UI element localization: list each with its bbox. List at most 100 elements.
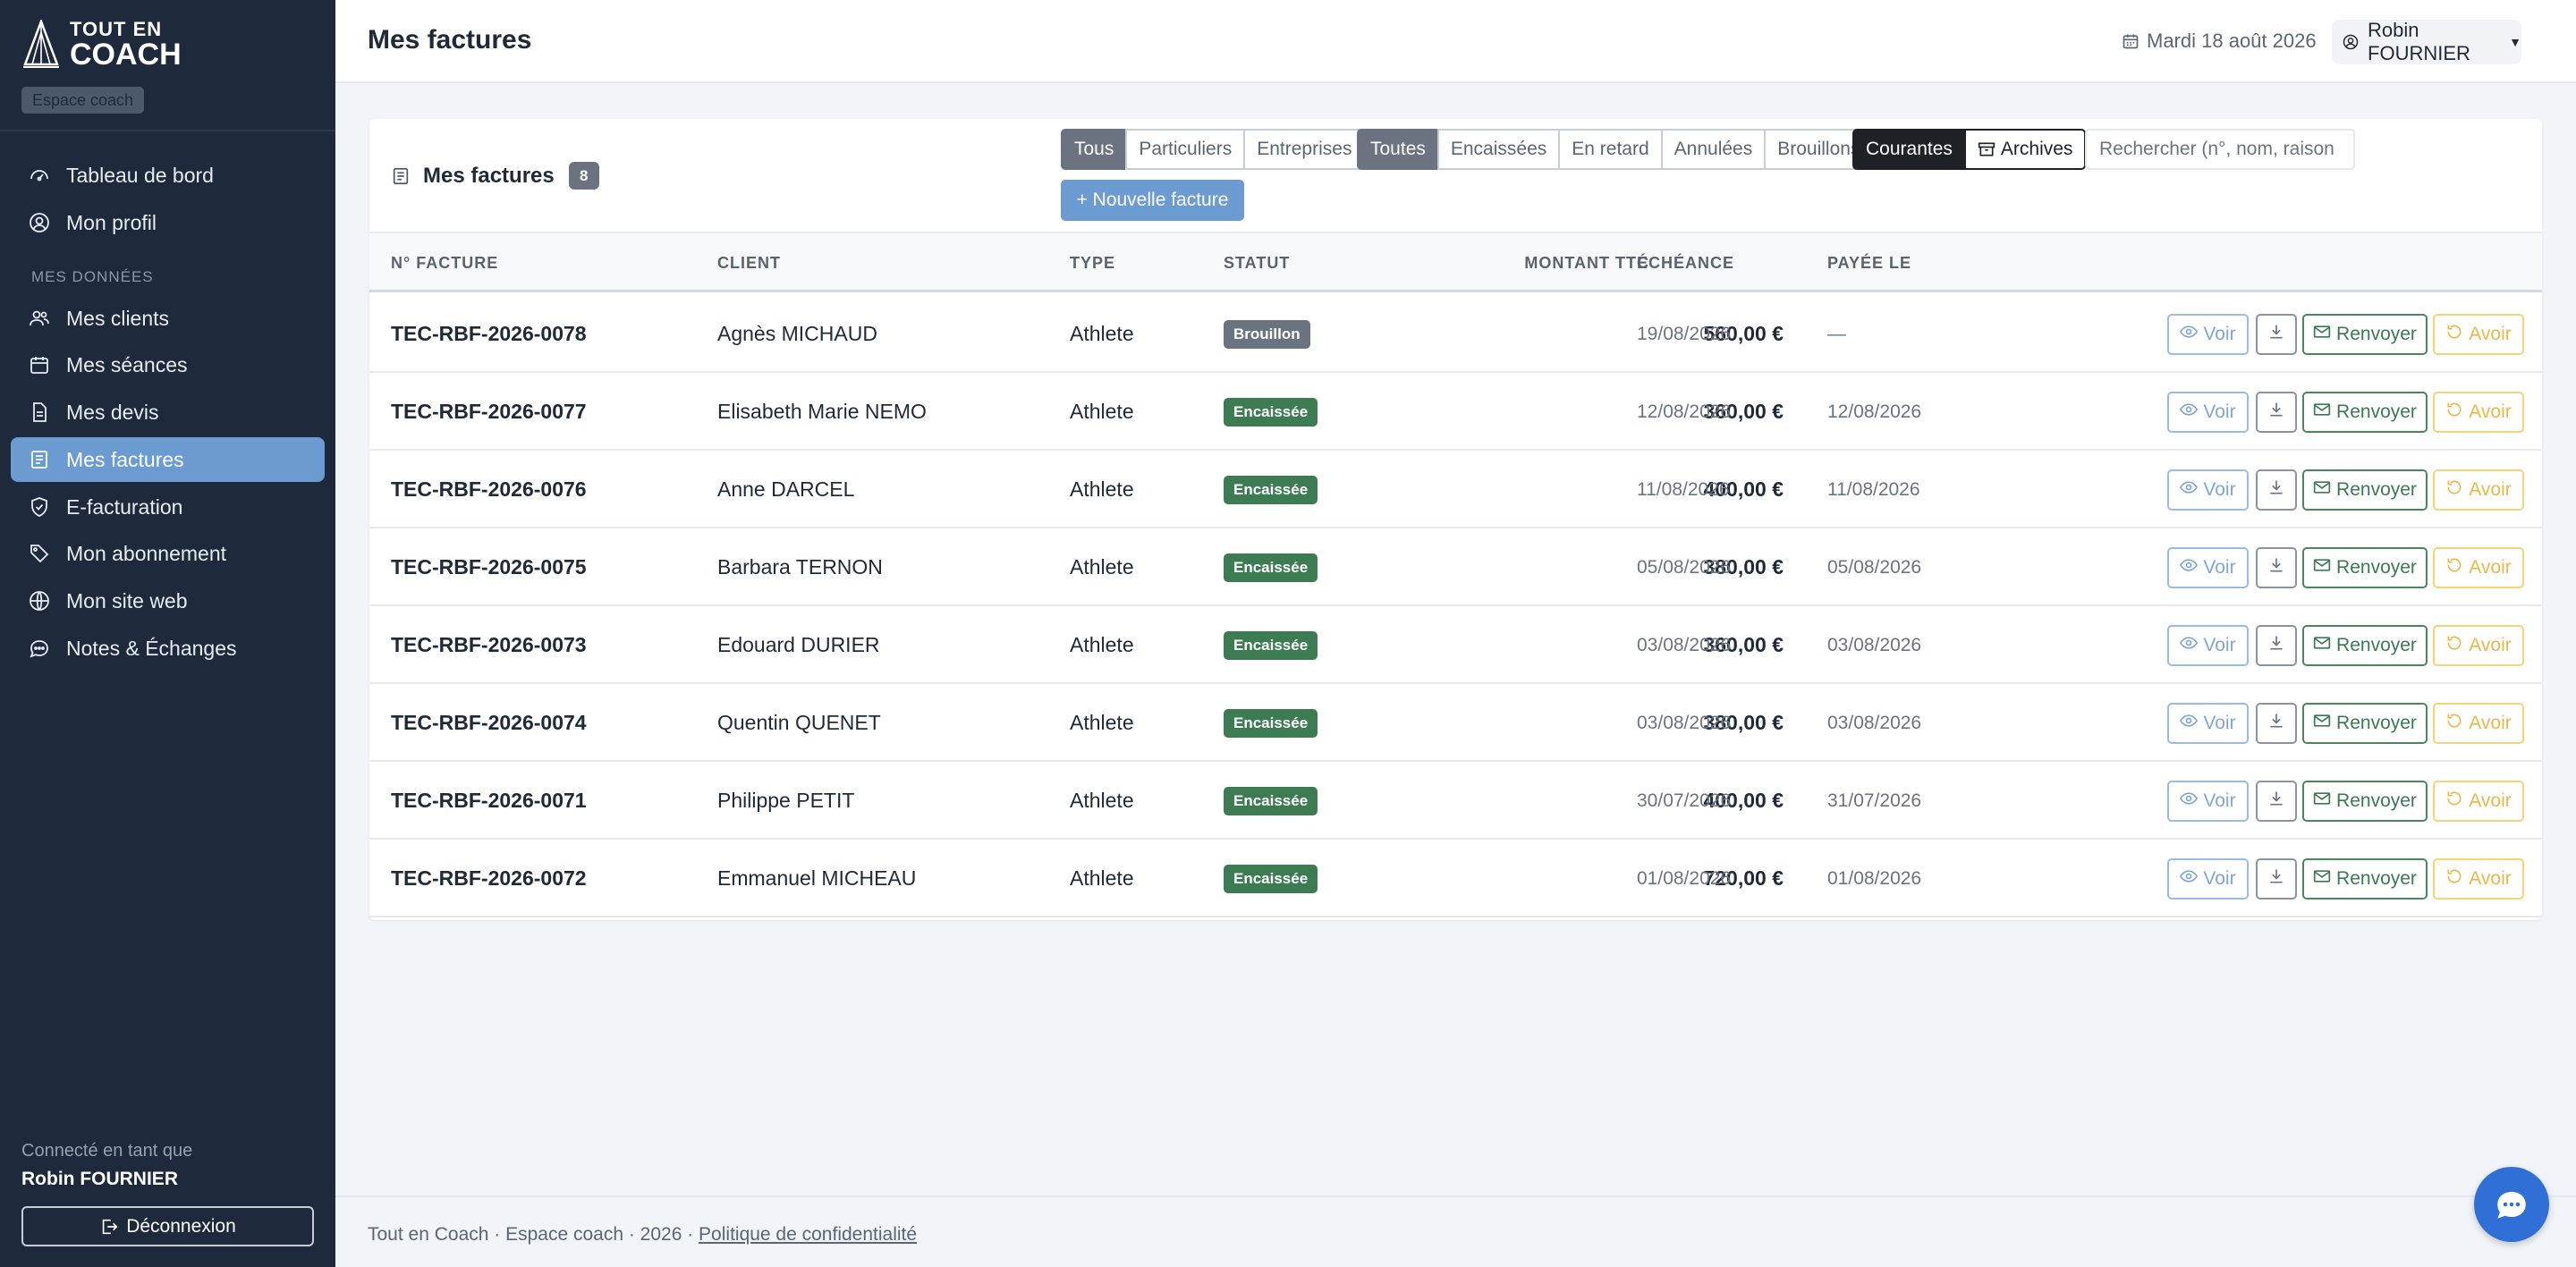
view-filter-group: Courantes Archives <box>1852 129 2087 170</box>
invoice-number[interactable]: TEC-RBF-2026-0077 <box>391 373 587 451</box>
filter-status-all[interactable]: Toutes <box>1357 129 1439 170</box>
chat-button[interactable] <box>2474 1167 2549 1242</box>
sidebar-item-invoices[interactable]: Mes factures <box>11 437 325 482</box>
table-row[interactable]: TEC-RBF-2026-0072 Emmanuel MICHEAU Athlete… <box>369 840 2542 917</box>
filter-view-current[interactable]: Courantes <box>1852 129 1966 170</box>
sidebar-section-label: MES DONNÉES <box>31 268 154 285</box>
credit-note-button[interactable]: Avoir <box>2433 392 2524 433</box>
sidebar-item-label: Mes factures <box>66 447 184 471</box>
view-button[interactable]: Voir <box>2167 547 2249 588</box>
resend-button[interactable]: Renvoyer <box>2302 314 2428 355</box>
view-button[interactable]: Voir <box>2167 703 2249 744</box>
resend-button[interactable]: Renvoyer <box>2302 392 2428 433</box>
download-button[interactable] <box>2256 858 2297 900</box>
sidebar-item-notes[interactable]: Notes & Échanges <box>11 626 325 671</box>
user-menu-name: Robin FOURNIER <box>2368 19 2470 64</box>
resend-button[interactable]: Renvoyer <box>2302 547 2428 588</box>
credit-note-button[interactable]: Avoir <box>2433 547 2524 588</box>
invoice-number[interactable]: TEC-RBF-2026-0078 <box>391 295 587 373</box>
eye-icon <box>2180 478 2199 502</box>
table-row[interactable]: TEC-RBF-2026-0077 Elisabeth Marie NEMO Ath… <box>369 373 2542 451</box>
sidebar-item-sessions[interactable]: Mes séances <box>11 342 325 387</box>
envelope-icon <box>2313 867 2331 891</box>
filter-view-archives[interactable]: Archives <box>1963 129 2087 170</box>
filter-type-individuals[interactable]: Particuliers <box>1125 129 1246 170</box>
table-row[interactable]: TEC-RBF-2026-0076 Anne DARCEL Athlete Encai… <box>369 451 2542 528</box>
invoice-number[interactable]: TEC-RBF-2026-0071 <box>391 762 587 840</box>
credit-note-button[interactable]: Avoir <box>2433 858 2524 900</box>
brand-logo[interactable]: TOUT EN COACH <box>21 20 182 70</box>
view-button[interactable]: Voir <box>2167 469 2249 511</box>
eye-icon <box>2180 556 2199 579</box>
invoice-number[interactable]: TEC-RBF-2026-0075 <box>391 528 587 606</box>
filter-status-late[interactable]: En retard <box>1558 129 1663 170</box>
sidebar-item-profile[interactable]: Mon profil <box>11 200 325 245</box>
sidebar-item-quotes[interactable]: Mes devis <box>11 390 325 435</box>
logout-button[interactable]: Déconnexion <box>21 1206 314 1246</box>
sidebar-item-clients[interactable]: Mes clients <box>11 296 325 341</box>
new-invoice-button[interactable]: + Nouvelle facture <box>1061 180 1244 221</box>
invoice-number[interactable]: TEC-RBF-2026-0076 <box>391 451 587 528</box>
column-header-amount[interactable]: MONTANT TTC <box>1470 254 1649 273</box>
column-header-paid[interactable]: PAYÉE LE <box>1827 254 1911 273</box>
sidebar-item-einvoicing[interactable]: E-facturation <box>11 485 325 529</box>
table-row[interactable]: TEC-RBF-2026-0074 Quentin QUENET Athlete En… <box>369 684 2542 762</box>
table-row[interactable]: TEC-RBF-2026-0078 Agnès MICHAUD Athlete Bro… <box>369 295 2542 373</box>
table-row[interactable]: TEC-RBF-2026-0071 Philippe PETIT Athlete En… <box>369 762 2542 840</box>
download-button[interactable] <box>2256 547 2297 588</box>
download-button[interactable] <box>2256 781 2297 822</box>
sidebar-item-label: E-facturation <box>66 494 183 519</box>
column-header-type[interactable]: TYPE <box>1070 254 1115 273</box>
column-header-due[interactable]: ÉCHÉANCE <box>1637 254 1734 273</box>
filter-status-paid[interactable]: Encaissées <box>1436 129 1561 170</box>
credit-note-button[interactable]: Avoir <box>2433 781 2524 822</box>
filter-status-cancelled[interactable]: Annulées <box>1660 129 1767 170</box>
filter-view-archives-label: Archives <box>2000 139 2073 159</box>
due-date: 01/08/2026 <box>1637 867 1732 889</box>
view-button[interactable]: Voir <box>2167 625 2249 666</box>
download-button[interactable] <box>2256 625 2297 666</box>
credit-note-button[interactable]: Avoir <box>2433 625 2524 666</box>
invoice-number[interactable]: TEC-RBF-2026-0072 <box>391 840 587 917</box>
status-badge: Encaissée <box>1224 786 1318 815</box>
download-button[interactable] <box>2256 392 2297 433</box>
download-button[interactable] <box>2256 469 2297 511</box>
credit-note-button[interactable]: Avoir <box>2433 314 2524 355</box>
column-header-status[interactable]: STATUT <box>1224 254 1290 273</box>
column-header-number[interactable]: N° FACTURE <box>391 254 498 273</box>
table-row[interactable]: TEC-RBF-2026-0075 Barbara TERNON Athlete En… <box>369 528 2542 606</box>
credit-note-button[interactable]: Avoir <box>2433 703 2524 744</box>
resend-button[interactable]: Renvoyer <box>2302 703 2428 744</box>
invoice-number[interactable]: TEC-RBF-2026-0073 <box>391 606 587 684</box>
sidebar-item-website[interactable]: Mon site web <box>11 579 325 623</box>
download-button[interactable] <box>2256 314 2297 355</box>
column-header-client[interactable]: CLIENT <box>717 254 781 273</box>
shield-check-icon <box>31 497 47 517</box>
table-row[interactable]: TEC-RBF-2026-0073 Edouard DURIER Athlete En… <box>369 606 2542 684</box>
sidebar-item-dashboard[interactable]: Tableau de bord <box>11 153 325 198</box>
resend-button[interactable]: Renvoyer <box>2302 625 2428 666</box>
search-input[interactable]: Rechercher (n°, nom, raison <box>2085 129 2355 170</box>
footer-text: Tout en Coach · Espace coach · 2026 · Po… <box>368 1224 917 1246</box>
filter-type-companies[interactable]: Entreprises <box>1243 129 1366 170</box>
view-button[interactable]: Voir <box>2167 858 2249 900</box>
view-button[interactable]: Voir <box>2167 781 2249 822</box>
sidebar-item-label: Tableau de bord <box>66 163 214 187</box>
resend-button[interactable]: Renvoyer <box>2302 469 2428 511</box>
resend-button[interactable]: Renvoyer <box>2302 781 2428 822</box>
resend-button[interactable]: Renvoyer <box>2302 858 2428 900</box>
download-button[interactable] <box>2256 703 2297 744</box>
credit-note-button[interactable]: Avoir <box>2433 469 2524 511</box>
invoice-number[interactable]: TEC-RBF-2026-0074 <box>391 684 587 762</box>
user-menu-button[interactable]: Robin FOURNIER ▼ <box>2332 19 2521 64</box>
privacy-policy-link[interactable]: Politique de confidentialité <box>699 1224 917 1245</box>
status-cell: Encaissée <box>1224 373 1318 451</box>
sidebar-item-subscription[interactable]: Mon abonnement <box>11 531 325 576</box>
view-button[interactable]: Voir <box>2167 392 2249 433</box>
view-button[interactable]: Voir <box>2167 314 2249 355</box>
client-name: Agnès MICHAUD <box>717 322 877 345</box>
client-name: Barbara TERNON <box>717 555 883 579</box>
filter-type-all[interactable]: Tous <box>1061 129 1128 170</box>
view-label: Voir <box>2203 635 2236 655</box>
status-badge: Encaissée <box>1224 475 1318 504</box>
